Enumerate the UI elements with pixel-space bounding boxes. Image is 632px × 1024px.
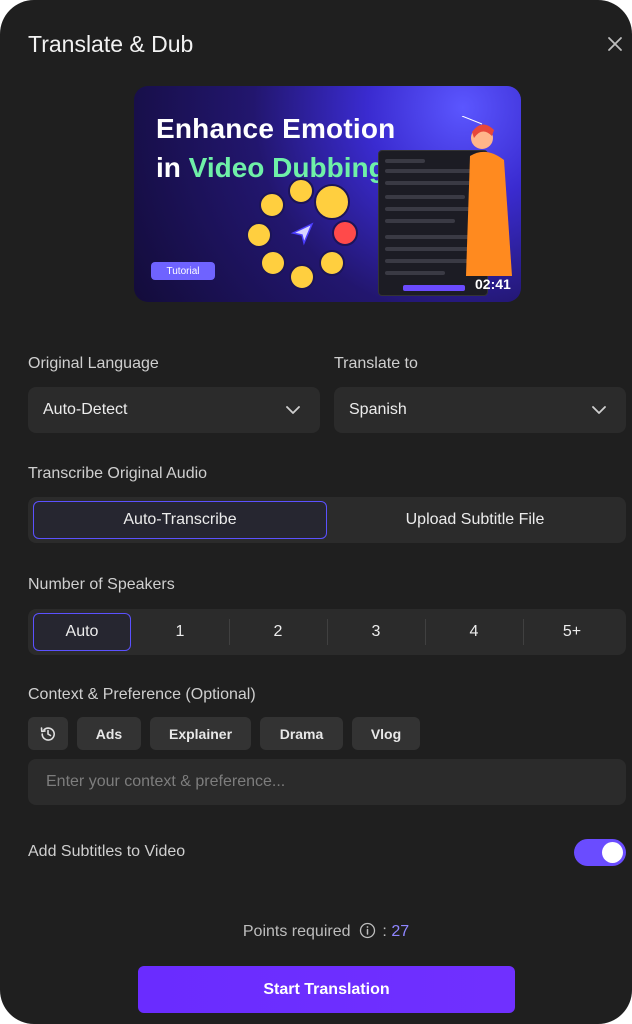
auto-transcribe-option[interactable]: Auto-Transcribe	[33, 501, 327, 539]
context-label: Context & Preference (Optional)	[28, 686, 256, 703]
toggle-knob	[602, 842, 623, 863]
start-translation-button[interactable]: Start Translation	[138, 966, 515, 1013]
speakers-segmented-control: Auto 1 2 3 4 5+	[28, 609, 626, 655]
person-illustration	[461, 116, 512, 276]
speakers-option-2[interactable]: 2	[230, 613, 326, 651]
upload-subtitle-option[interactable]: Upload Subtitle File	[328, 501, 622, 539]
translate-to-value: Spanish	[349, 401, 407, 418]
original-language-label: Original Language	[28, 355, 159, 372]
points-separator: :	[382, 923, 387, 940]
translate-dub-dialog: Translate & Dub Enhance Emotion in Video…	[0, 0, 632, 1024]
speakers-option-4[interactable]: 4	[426, 613, 522, 651]
cursor-arrow-icon	[290, 222, 314, 246]
points-value: 27	[391, 923, 410, 940]
speakers-label: Number of Speakers	[28, 576, 175, 593]
close-icon[interactable]	[604, 33, 626, 55]
context-input[interactable]	[28, 759, 626, 805]
context-chip-vlog[interactable]: Vlog	[352, 717, 420, 750]
tutorial-badge: Tutorial	[151, 262, 215, 280]
add-subtitles-label: Add Subtitles to Video	[28, 843, 186, 860]
emoji-icon	[246, 222, 272, 248]
chevron-down-icon	[592, 406, 606, 414]
context-chip-ads[interactable]: Ads	[77, 717, 141, 750]
speakers-option-auto[interactable]: Auto	[33, 613, 131, 651]
tutorial-video-thumbnail[interactable]: Enhance Emotion in Video Dubbing Tutoria…	[134, 86, 521, 302]
thumbnail-headline-line1: Enhance Emotion	[156, 113, 396, 144]
translate-to-select[interactable]: Spanish	[334, 387, 626, 433]
original-language-value: Auto-Detect	[43, 401, 128, 418]
emoji-icon	[332, 220, 358, 246]
points-label: Points required	[242, 923, 351, 940]
transcribe-segmented-control: Auto-Transcribe Upload Subtitle File	[28, 497, 626, 543]
translate-to-label: Translate to	[334, 355, 418, 372]
emoji-icon	[319, 250, 345, 276]
thumbnail-headline-prefix: in	[156, 152, 189, 183]
context-chip-drama[interactable]: Drama	[260, 717, 343, 750]
emoji-icon	[260, 250, 286, 276]
history-button[interactable]	[28, 717, 68, 750]
context-chip-explainer[interactable]: Explainer	[150, 717, 251, 750]
points-required: Points required : 27	[0, 922, 632, 941]
emoji-icon	[288, 178, 314, 204]
dialog-title: Translate & Dub	[28, 31, 194, 57]
original-language-select[interactable]: Auto-Detect	[28, 387, 320, 433]
emoji-icon	[314, 184, 350, 220]
speakers-option-3[interactable]: 3	[328, 613, 424, 651]
chevron-down-icon	[286, 406, 300, 414]
transcribe-label: Transcribe Original Audio	[28, 465, 208, 482]
emoji-ring-illustration	[242, 178, 362, 298]
video-duration: 02:41	[475, 276, 511, 292]
emoji-icon	[289, 264, 315, 290]
speakers-option-1[interactable]: 1	[132, 613, 228, 651]
add-subtitles-toggle[interactable]	[574, 839, 626, 866]
info-icon[interactable]	[359, 922, 376, 939]
emoji-icon	[259, 192, 285, 218]
speakers-option-5plus[interactable]: 5+	[524, 613, 620, 651]
history-icon	[40, 726, 55, 741]
